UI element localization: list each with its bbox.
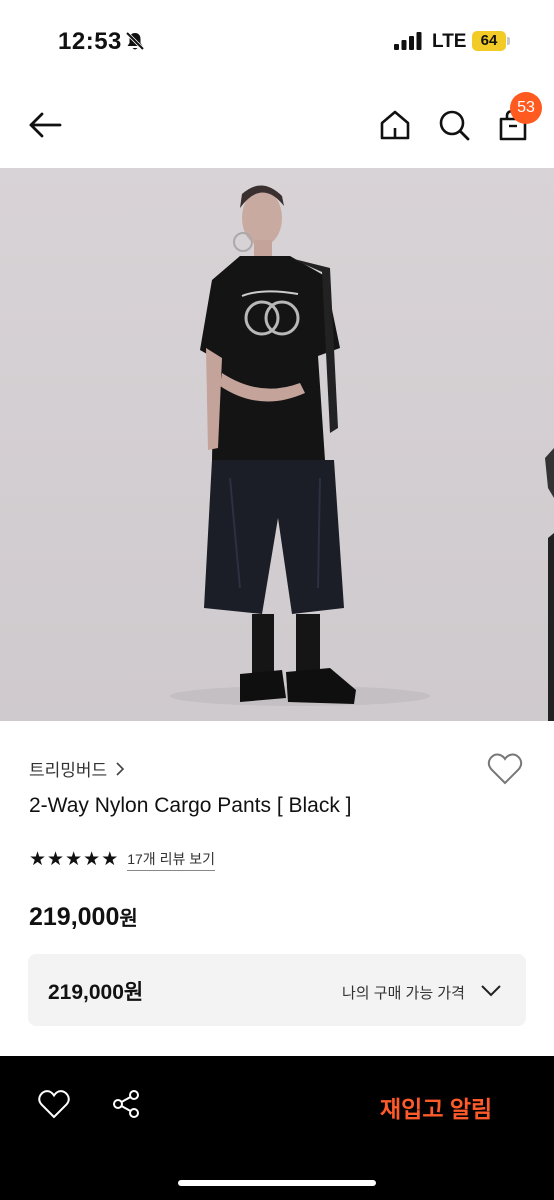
product-image[interactable]	[0, 168, 554, 721]
battery-level: 64	[480, 32, 498, 49]
my-price: 219,000원	[48, 976, 143, 1006]
brand-name: 트리밍버드	[29, 761, 108, 780]
price-value: 219,000	[29, 903, 120, 931]
review-link[interactable]: 17개 리뷰 보기	[127, 849, 215, 871]
rating-stars: ★ ★ ★ ★ ★	[29, 850, 118, 870]
brand-link[interactable]: 트리밍버드	[29, 756, 125, 781]
status-bar: 12:53 LTE 64	[0, 0, 554, 84]
my-price-value: 219,000	[48, 981, 124, 1004]
chevron-down-icon	[481, 985, 501, 997]
bell-muted-icon	[125, 31, 145, 51]
price-currency: 원	[119, 908, 138, 930]
search-icon[interactable]	[437, 108, 471, 142]
star-icon: ★	[29, 849, 47, 870]
my-price-label: 나의 구매 가능 가격	[342, 985, 465, 1002]
rating-row: ★ ★ ★ ★ ★ 17개 리뷰 보기	[29, 849, 215, 871]
my-price-currency: 원	[123, 981, 144, 1004]
star-icon: ★	[65, 849, 83, 870]
bottom-action-bar: 재입고 알림	[0, 1056, 554, 1200]
home-indicator	[178, 1180, 376, 1186]
header-nav	[0, 84, 554, 168]
status-time: 12:53	[58, 28, 122, 55]
star-icon: ★	[47, 849, 65, 870]
restock-alert-button[interactable]: 재입고 알림	[380, 1090, 492, 1124]
share-icon[interactable]	[110, 1088, 142, 1120]
chevron-right-icon	[116, 761, 125, 776]
home-icon[interactable]	[378, 108, 412, 142]
signal-icon	[394, 32, 422, 50]
cart-count-badge: 53	[510, 92, 542, 124]
product-price: 219,000원	[29, 902, 138, 932]
my-price-dropdown[interactable]: 219,000원 나의 구매 가능 가격	[28, 954, 526, 1026]
network-type: LTE	[432, 31, 467, 52]
model-photo	[0, 168, 554, 721]
product-title: 2-Way Nylon Cargo Pants [ Black ]	[29, 794, 352, 817]
back-arrow-icon[interactable]	[26, 106, 64, 144]
star-icon: ★	[83, 849, 101, 870]
heart-icon[interactable]	[38, 1089, 70, 1119]
star-icon: ★	[101, 849, 119, 870]
battery-icon: 64	[472, 31, 510, 51]
heart-icon[interactable]	[487, 752, 523, 786]
